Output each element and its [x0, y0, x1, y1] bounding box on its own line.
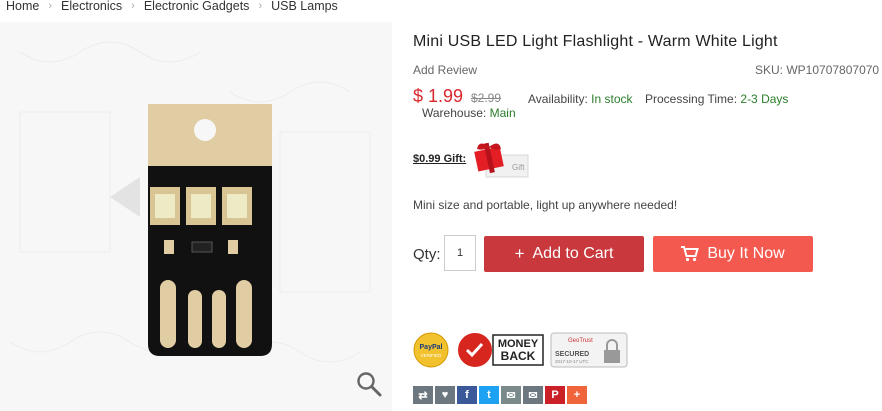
paypal-badge-text: PayPal	[420, 344, 443, 351]
vk-icon[interactable]: ✉	[501, 386, 521, 404]
gift-icon[interactable]: Gift	[472, 139, 530, 179]
twitter-icon[interactable]: t	[479, 386, 499, 404]
breadcrumb-chevron-icon: ›	[131, 0, 135, 12]
breadcrumb-electronic-gadgets[interactable]: Electronic Gadgets	[144, 0, 250, 13]
product-title: Mini USB LED Light Flashlight - Warm Whi…	[413, 33, 778, 50]
processing-time: Processing Time: 2-3 Days	[645, 92, 788, 106]
paypal-verified-badge: PayPal VERIFIED	[413, 332, 449, 368]
money-back-text-2: BACK	[501, 349, 536, 363]
plus-icon: +	[514, 244, 525, 263]
breadcrumb-chevron-icon: ›	[48, 0, 53, 12]
shopping-cart-icon	[681, 246, 700, 262]
geotrust-secured-text: SECURED	[555, 351, 589, 358]
share-bar: ⇄ ♥ f t ✉ ✉ P +	[413, 386, 587, 404]
gift-label[interactable]: $0.99 Gift:	[413, 153, 466, 165]
warehouse: Warehouse: Main	[422, 106, 516, 120]
money-back-badge: MONEY BACK	[456, 331, 544, 369]
compare-icon[interactable]: ⇄	[413, 386, 433, 404]
availability: Availability: In stock	[528, 92, 633, 106]
processing-value: 2-3 Days	[740, 92, 789, 106]
qty-label: Qty:	[413, 246, 441, 263]
heart-icon[interactable]: ♥	[435, 386, 455, 404]
buy-it-now-label: Buy It Now	[707, 245, 785, 262]
buy-it-now-button[interactable]: Buy It Now	[653, 236, 813, 272]
usb-led-product-photo	[9, 41, 371, 363]
zoom-magnifier-icon[interactable]	[356, 371, 382, 397]
warehouse-value: Main	[489, 106, 516, 120]
breadcrumb-home[interactable]: Home	[6, 0, 39, 13]
geotrust-date-text: 2017-10-17 UTC	[555, 359, 589, 364]
processing-label: Processing Time:	[645, 92, 738, 106]
gift-tag-text: Gift	[512, 163, 525, 172]
trust-badges: PayPal VERIFIED MONEY BACK GeoTrust SECU…	[413, 331, 628, 369]
sku-label: SKU: WP10707807070	[755, 63, 880, 77]
geotrust-text: GeoTrust	[568, 338, 593, 344]
availability-label: Availability:	[528, 92, 588, 106]
breadcrumb: Home › Electronics › Electronic Gadgets …	[6, 0, 338, 15]
add-to-cart-button[interactable]: + Add to Cart	[484, 236, 644, 272]
breadcrumb-usb-lamps[interactable]: USB Lamps	[271, 0, 338, 13]
warehouse-label: Warehouse:	[422, 106, 487, 120]
more-icon[interactable]: +	[567, 386, 587, 404]
quantity-input[interactable]	[444, 235, 476, 271]
original-price: $2.99	[471, 91, 502, 105]
geotrust-secured-badge: GeoTrust SECURED 2017-10-17 UTC	[550, 332, 628, 368]
product-description: Mini size and portable, light up anywher…	[413, 198, 678, 212]
email-icon[interactable]: ✉	[523, 386, 543, 404]
add-to-cart-label: Add to Cart	[532, 245, 614, 262]
product-image[interactable]	[0, 22, 392, 411]
availability-value: In stock	[591, 92, 633, 106]
breadcrumb-chevron-icon: ›	[258, 0, 263, 12]
current-price: $ 1.99	[413, 86, 464, 106]
add-review-link[interactable]: Add Review	[413, 63, 477, 77]
facebook-icon[interactable]: f	[457, 386, 477, 404]
breadcrumb-electronics[interactable]: Electronics	[61, 0, 122, 13]
pinterest-icon[interactable]: P	[545, 386, 565, 404]
paypal-verified-text: VERIFIED	[421, 353, 443, 358]
